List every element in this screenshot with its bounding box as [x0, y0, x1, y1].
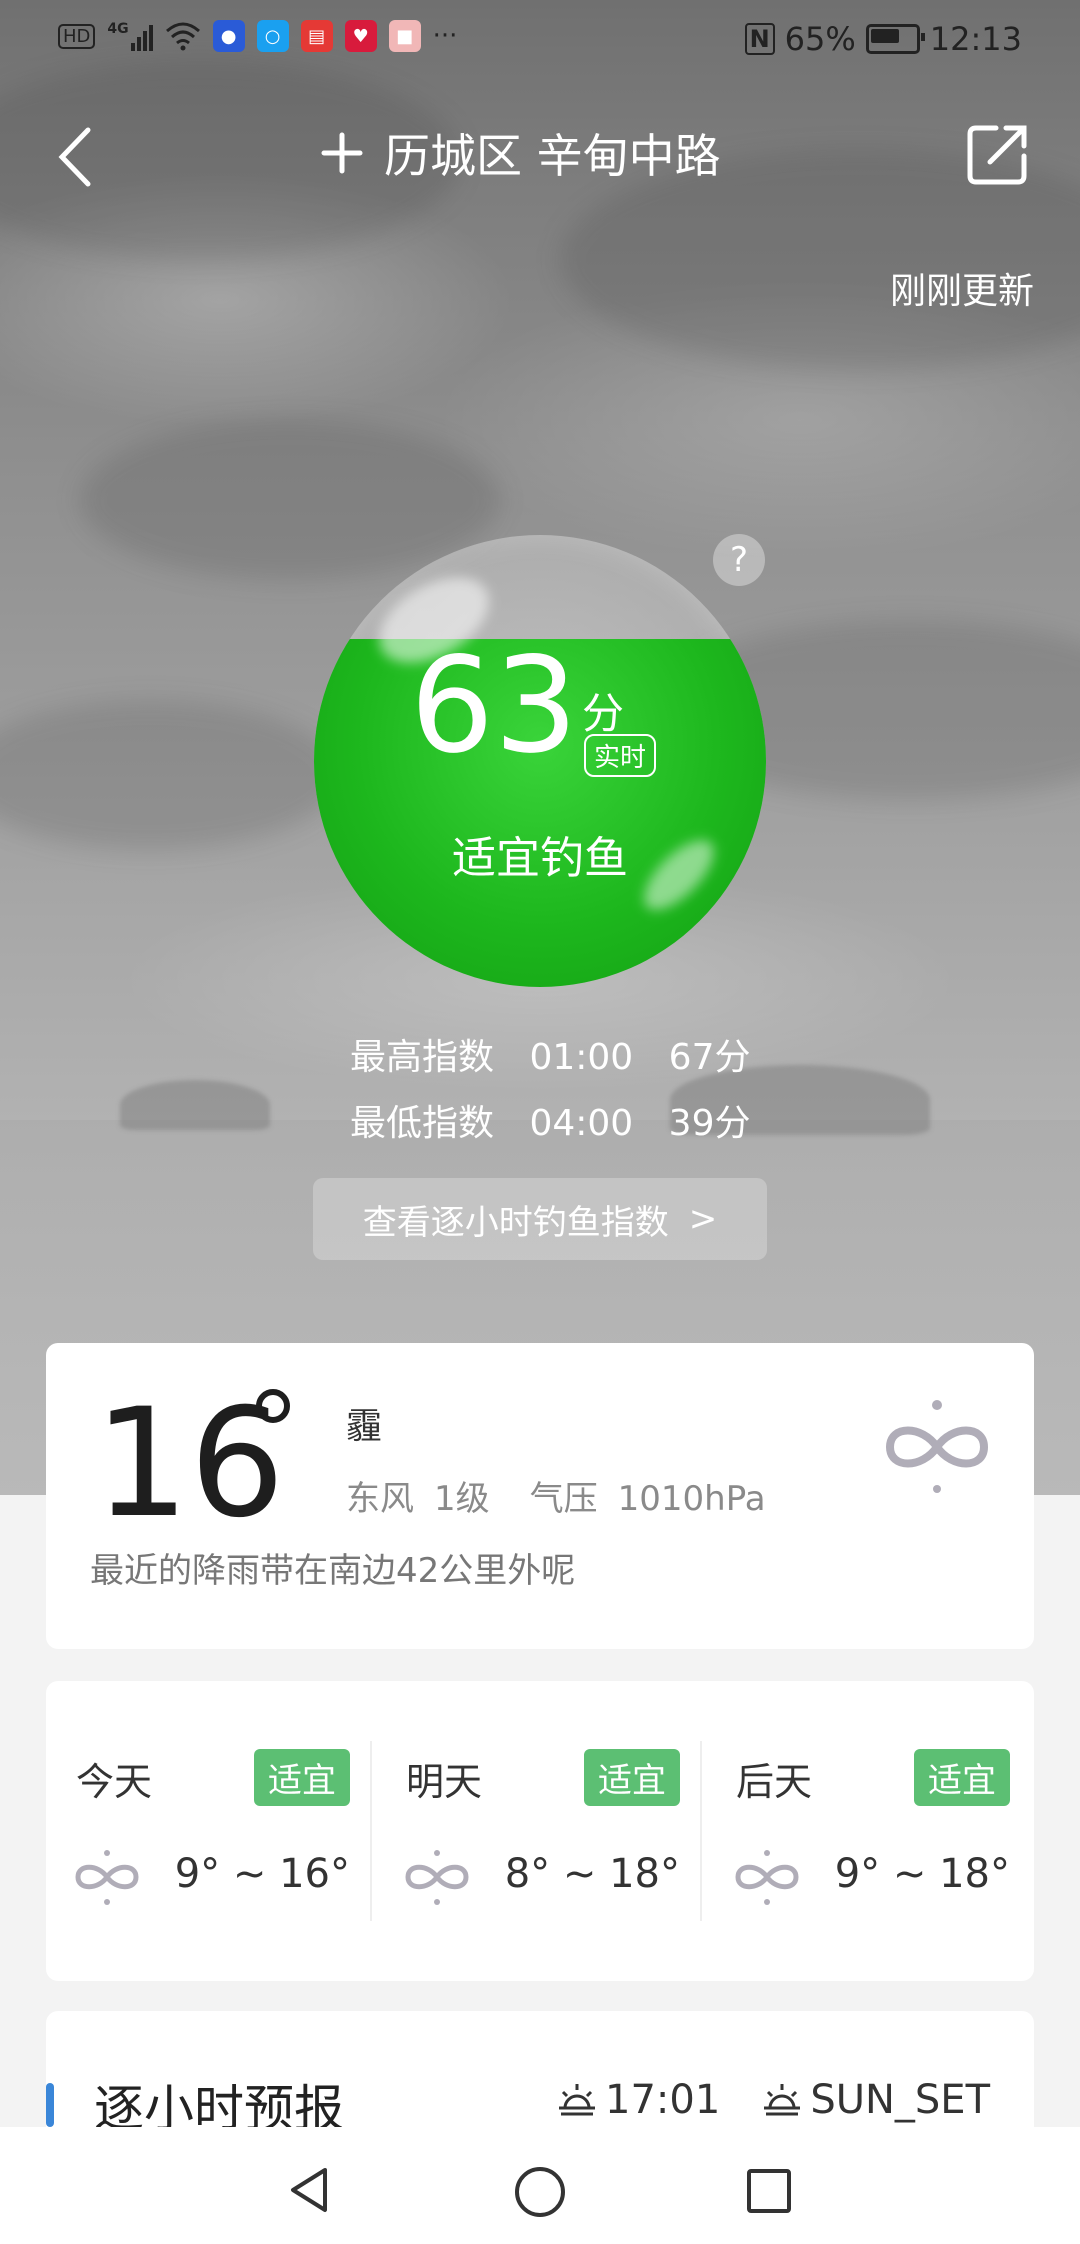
current-weather-card[interactable]: 16 霾 东风 1级 气压 1010hPa 最近的降雨带在南边42公里外呢 — [46, 1343, 1034, 1649]
clock: 12:13 — [929, 20, 1022, 58]
book-app-icon: ▤ — [300, 20, 333, 52]
hd-icon: HD — [58, 23, 96, 49]
wind-level: 1级 — [434, 1479, 490, 1519]
day-name: 明天 — [406, 1760, 483, 1804]
chevron-right-icon: > — [688, 1199, 718, 1239]
sun-times: 17:01 SUN_SET — [555, 2077, 990, 2123]
sunset-item: SUN_SET — [760, 2077, 990, 2123]
wind-direction: 东风 — [346, 1479, 414, 1519]
sunrise-item: 17:01 — [555, 2077, 720, 2123]
haze-icon — [75, 1850, 139, 1905]
battery-icon — [865, 24, 925, 54]
sun-icon — [764, 2084, 801, 2116]
section-accent-bar — [46, 2083, 54, 2127]
temp-range: 8° ~ 18° — [504, 1851, 680, 1897]
fishing-score-unit: 分 — [582, 689, 625, 738]
min-index-score: 39分 — [668, 1103, 751, 1144]
plus-icon[interactable] — [320, 131, 364, 175]
suitable-badge: 适宜 — [914, 1749, 1010, 1806]
sunset-text: SUN_SET — [810, 2077, 990, 2123]
min-index-row: 最低指数 04:00 39分 — [350, 1094, 774, 1146]
pressure-value: 1010hPa — [617, 1479, 766, 1519]
signal-icon: 4G — [107, 21, 153, 51]
chevron-left-icon[interactable] — [50, 122, 110, 192]
location-name: 历城区 辛甸中路 — [384, 129, 721, 183]
pressure-label: 气压 — [529, 1479, 598, 1519]
heart-app-icon: ♥ — [344, 20, 377, 52]
more-indicator: ··· — [432, 21, 458, 51]
suitable-badge: 适宜 — [254, 1749, 350, 1806]
recents-square-icon[interactable] — [745, 2167, 793, 2215]
back-triangle-icon[interactable] — [285, 2165, 335, 2215]
weather-details: 东风 1级 气压 1010hPa — [346, 1471, 806, 1520]
day-today[interactable]: 今天 适宜 9° ~ 16° — [46, 1681, 374, 1981]
box-app-icon: ■ — [388, 20, 421, 52]
max-index-time: 01:00 — [529, 1037, 634, 1078]
three-day-card: 今天 适宜 9° ~ 16° 明天 适宜 8° ~ 18° 后天 适宜 9° ~… — [46, 1681, 1034, 1981]
system-nav-bar — [0, 2127, 1080, 2244]
day-after-tomorrow[interactable]: 后天 适宜 9° ~ 18° — [706, 1681, 1034, 1981]
hourly-fishing-button[interactable]: 查看逐小时钓鱼指数 > — [313, 1178, 767, 1260]
temp-range: 9° ~ 18° — [834, 1851, 1010, 1897]
rain-note: 最近的降雨带在南边42公里外呢 — [90, 1551, 576, 1591]
max-index-score: 67分 — [668, 1037, 751, 1078]
help-icon[interactable]: ? — [713, 534, 765, 586]
suitable-badge: 适宜 — [584, 1749, 680, 1806]
temp-range: 9° ~ 16° — [174, 1851, 350, 1897]
min-index-label: 最低指数 — [350, 1103, 495, 1144]
sun-icon — [559, 2084, 596, 2116]
update-status: 刚刚更新 — [889, 271, 1034, 312]
bulb-app-icon: ● — [212, 20, 245, 52]
home-circle-icon[interactable] — [513, 2165, 567, 2219]
fishing-status: 适宜钓鱼 — [452, 833, 628, 884]
sunrise-time: 17:01 — [605, 2077, 721, 2123]
haze-icon — [735, 1850, 799, 1905]
haze-icon — [405, 1850, 469, 1905]
max-index-row: 最高指数 01:00 67分 — [350, 1028, 774, 1080]
hourly-fishing-label: 查看逐小时钓鱼指数 — [362, 1202, 669, 1243]
day-name: 后天 — [736, 1760, 813, 1804]
top-nav: 历城区 辛甸中路 — [0, 110, 1080, 210]
min-index-time: 04:00 — [529, 1103, 634, 1144]
degree-symbol — [256, 1389, 290, 1423]
search-app-icon: ○ — [256, 20, 289, 52]
haze-icon — [885, 1400, 989, 1493]
battery-percent: 65% — [784, 20, 856, 58]
weather-condition: 霾 — [346, 1406, 383, 1447]
location-title[interactable]: 历城区 辛甸中路 — [320, 120, 721, 186]
day-name: 今天 — [76, 1760, 153, 1804]
max-index-label: 最高指数 — [350, 1037, 495, 1078]
realtime-badge: 实时 — [584, 734, 657, 777]
fishing-score: 63 — [410, 629, 578, 783]
share-icon[interactable] — [966, 122, 1030, 186]
wifi-icon — [165, 22, 200, 51]
status-bar: HD 4G ● ○ ▤ ♥ ■ ··· N 65% 12:13 — [0, 0, 1080, 80]
day-tomorrow[interactable]: 明天 适宜 8° ~ 18° — [376, 1681, 704, 1981]
nfc-icon: N — [744, 23, 775, 55]
